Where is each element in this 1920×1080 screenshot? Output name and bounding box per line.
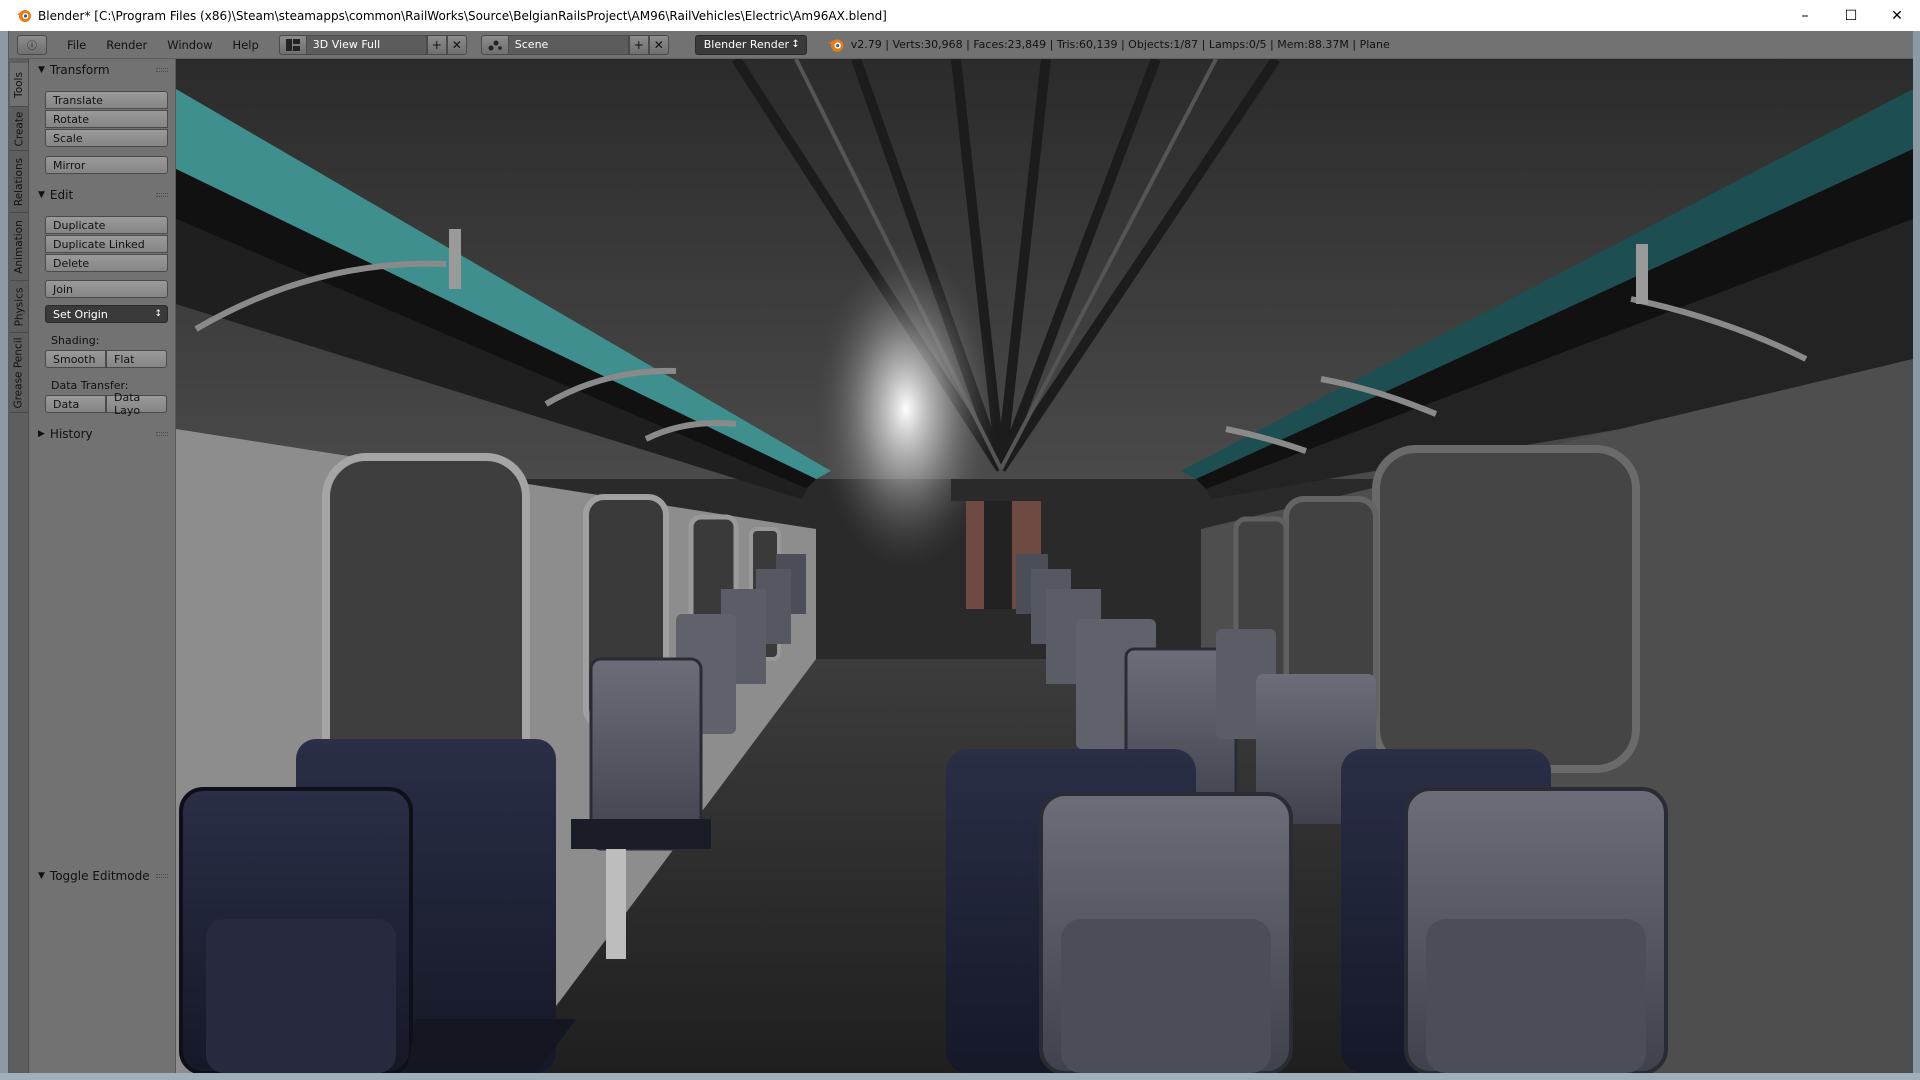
screen-layout-field[interactable]: 3D View Full xyxy=(306,34,427,55)
add-screen-button[interactable]: + xyxy=(426,34,447,55)
edit-panel-title: Edit xyxy=(49,188,74,202)
foreground-seats-left xyxy=(179,739,576,1073)
edit-panel-header[interactable]: ▼ Edit xyxy=(34,185,172,205)
menu-help[interactable]: Help xyxy=(223,38,269,52)
collapsed-triangle-icon: ▶ xyxy=(38,429,45,439)
panel-grip-icon[interactable] xyxy=(156,68,168,72)
expanded-triangle-icon: ▼ xyxy=(38,871,45,881)
tool-shelf: ▼ Transform Translate Rotate Scale Mirro… xyxy=(30,59,176,1073)
plus-icon: + xyxy=(633,37,644,52)
updown-arrows-icon: ↕ xyxy=(791,39,800,50)
menu-file[interactable]: File xyxy=(57,38,96,52)
render-engine-dropdown[interactable]: Blender Render ↕ xyxy=(694,34,807,55)
set-origin-label: Set Origin xyxy=(53,307,108,321)
screen-layout-icon[interactable] xyxy=(278,34,307,55)
panel-grip-icon[interactable] xyxy=(156,874,168,878)
expanded-triangle-icon: ▼ xyxy=(38,65,45,75)
scene-icon[interactable] xyxy=(480,34,509,55)
transform-panel-header[interactable]: ▼ Transform xyxy=(34,60,172,80)
translate-button[interactable]: Translate xyxy=(45,91,168,109)
duplicate-linked-button[interactable]: Duplicate Linked xyxy=(45,235,168,253)
tool-tabs: Tools Create Relations Animation Physics… xyxy=(9,59,29,1073)
tab-grease-pencil[interactable]: Grease Pencil xyxy=(10,333,28,413)
window-right-1 xyxy=(1372,445,1640,773)
main-menu: File Render Window Help xyxy=(57,38,269,52)
flat-shading-button[interactable]: Flat xyxy=(106,350,167,368)
delete-button[interactable]: Delete xyxy=(45,254,168,272)
data-layout-button[interactable]: Data Layo xyxy=(106,391,167,417)
scale-button[interactable]: Scale xyxy=(45,129,168,147)
editor-type-button[interactable]: ⓘ xyxy=(17,34,47,55)
duplicate-button[interactable]: Duplicate xyxy=(45,216,168,234)
delete-scene-button[interactable]: ✕ xyxy=(648,34,669,55)
screen-layout-selector: 3D View Full + ✕ xyxy=(278,34,467,55)
scene-statistics: v2.79 | Verts:30,968 | Faces:23,849 | Tr… xyxy=(850,38,1390,51)
plus-icon: + xyxy=(431,37,442,52)
smooth-shading-button[interactable]: Smooth xyxy=(45,350,106,368)
transform-panel-title: Transform xyxy=(49,63,110,77)
close-window-button[interactable]: ✕ xyxy=(1874,0,1920,31)
render-engine-label: Blender Render xyxy=(703,38,790,51)
scene-selector: Scene + ✕ xyxy=(480,34,669,55)
menu-render[interactable]: Render xyxy=(96,38,157,52)
tab-create[interactable]: Create xyxy=(10,107,28,151)
operator-panel-header[interactable]: ▼ Toggle Editmode xyxy=(34,866,172,886)
set-origin-dropdown[interactable]: Set Origin ↕ xyxy=(45,305,168,323)
maximize-button[interactable]: ☐ xyxy=(1828,0,1874,31)
x-icon: ✕ xyxy=(653,37,664,52)
3d-viewport[interactable] xyxy=(176,59,1913,1073)
info-icon: ⓘ xyxy=(27,41,37,52)
info-header: ⓘ File Render Window Help 3D View Full +… xyxy=(9,31,1913,59)
operator-panel-title: Toggle Editmode xyxy=(49,869,150,883)
blender-frame: ⓘ File Render Window Help 3D View Full +… xyxy=(8,31,1913,1073)
tab-physics[interactable]: Physics xyxy=(10,281,28,333)
data-transfer-button[interactable]: Data xyxy=(45,395,106,413)
expanded-triangle-icon: ▼ xyxy=(38,190,45,200)
shading-label: Shading: xyxy=(51,334,100,347)
history-panel-title: History xyxy=(49,427,93,441)
train-interior-render xyxy=(176,59,1913,1073)
add-scene-button[interactable]: + xyxy=(628,34,649,55)
join-button[interactable]: Join xyxy=(45,280,168,298)
rotate-button[interactable]: Rotate xyxy=(45,110,168,128)
history-panel-header[interactable]: ▶ History xyxy=(34,424,172,444)
desktop-strip xyxy=(0,1073,1920,1080)
tab-animation[interactable]: Animation xyxy=(10,213,28,281)
delete-screen-button[interactable]: ✕ xyxy=(446,34,467,55)
scene-field[interactable]: Scene xyxy=(508,34,629,55)
window-titlebar: Blender* [C:\Program Files (x86)\Steam\s… xyxy=(0,0,1920,31)
mirror-button[interactable]: Mirror xyxy=(45,156,168,174)
minimize-button[interactable]: – xyxy=(1782,0,1828,31)
updown-arrows-icon: ↕ xyxy=(154,309,162,319)
tab-tools[interactable]: Tools xyxy=(10,63,28,107)
panel-grip-icon[interactable] xyxy=(156,432,168,436)
blender-logo-icon xyxy=(827,38,844,52)
tab-relations[interactable]: Relations xyxy=(10,151,28,213)
x-icon: ✕ xyxy=(451,37,462,52)
window-title: Blender* [C:\Program Files (x86)\Steam\s… xyxy=(38,8,887,23)
blender-app-icon xyxy=(17,9,31,22)
menu-window[interactable]: Window xyxy=(157,38,222,52)
panel-grip-icon[interactable] xyxy=(156,193,168,197)
